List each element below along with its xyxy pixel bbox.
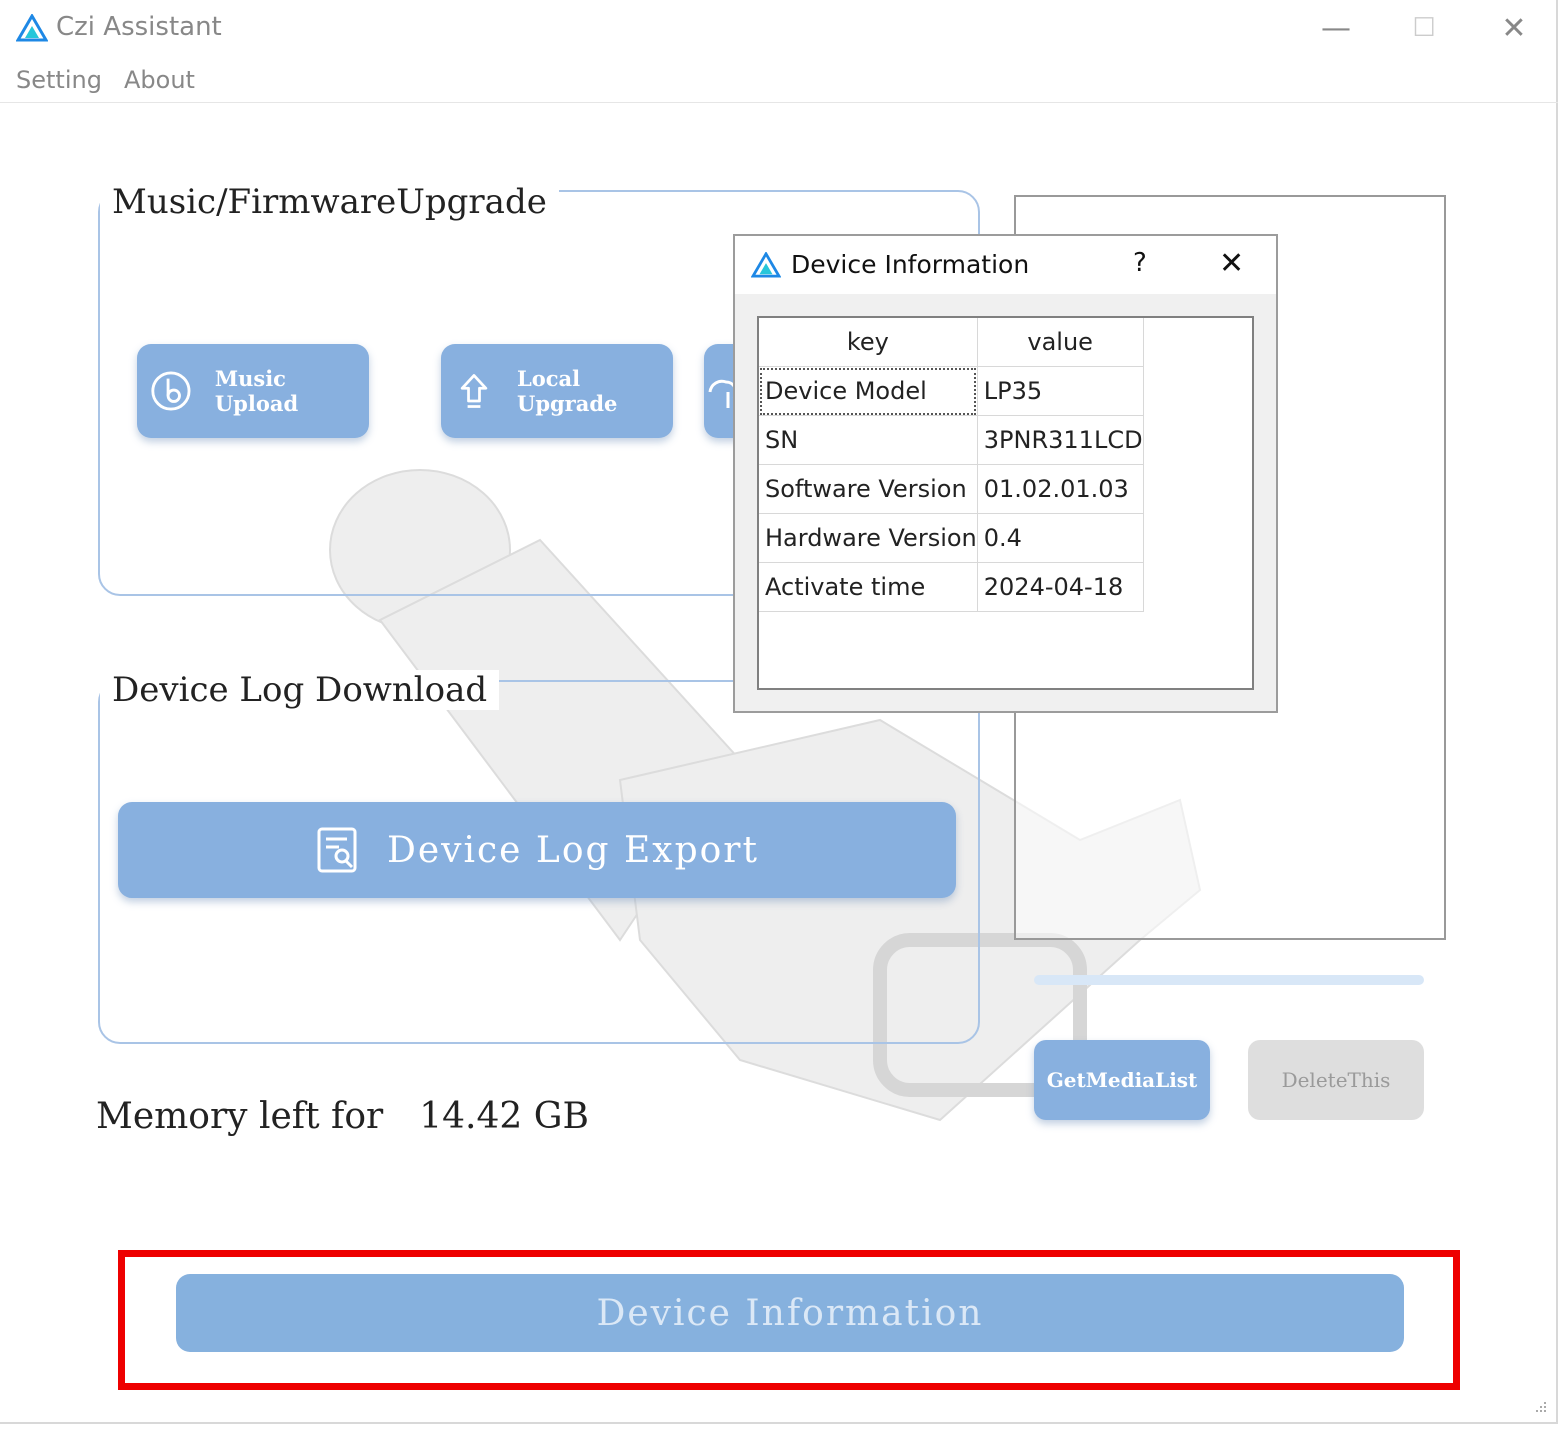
music-upload-button[interactable]: Music Upload xyxy=(137,344,369,438)
music-firmware-title: Music/FirmwareUpgrade xyxy=(100,182,559,222)
local-upgrade-label: Local Upgrade xyxy=(517,366,618,416)
minimize-button[interactable]: — xyxy=(1312,10,1360,46)
app-window: Czi Assistant — ☐ ✕ Setting About Music/… xyxy=(0,0,1558,1424)
document-search-icon xyxy=(317,827,357,873)
table-row[interactable]: Device Model LP35 xyxy=(759,366,1144,416)
table-header-row: key value xyxy=(759,318,1144,367)
device-info-table: key value Device Model LP35 SN 3PNR311LC… xyxy=(757,316,1254,690)
dialog-close-button[interactable]: ✕ xyxy=(1219,246,1244,281)
memory-status: Memory left for 14.42 GB xyxy=(96,1096,589,1137)
menu-setting[interactable]: Setting xyxy=(16,66,102,94)
memory-label: Memory left for xyxy=(96,1096,384,1137)
app-logo-icon xyxy=(751,252,781,278)
table-row[interactable]: SN 3PNR311LCD xyxy=(759,415,1144,465)
table-cell-value[interactable]: 3PNR311LCD xyxy=(977,415,1144,465)
title-bar: Czi Assistant — ☐ ✕ xyxy=(0,0,1558,56)
dialog-title: Device Information xyxy=(791,250,1030,279)
maximize-icon: ☐ xyxy=(1412,13,1436,43)
close-icon: ✕ xyxy=(1501,10,1527,46)
table-cell-key[interactable]: Software Version xyxy=(759,464,978,514)
minimize-icon: — xyxy=(1321,10,1351,46)
table-row[interactable]: Software Version 01.02.01.03 xyxy=(759,464,1144,514)
menu-about[interactable]: About xyxy=(124,66,195,94)
table-cell-value[interactable]: LP35 xyxy=(977,366,1144,416)
dialog-title-bar: Device Information ? ✕ xyxy=(735,236,1276,294)
media-progress-bar xyxy=(1034,975,1424,985)
table-row[interactable]: Hardware Version 0.4 xyxy=(759,513,1144,563)
table-row[interactable]: Activate time 2024-04-18 xyxy=(759,562,1144,612)
column-header-key[interactable]: key xyxy=(759,318,978,367)
music-upload-label: Music Upload xyxy=(214,366,299,416)
menu-bar: Setting About xyxy=(0,60,1558,103)
table-cell-key[interactable]: Hardware Version xyxy=(759,513,978,563)
device-information-dialog: Device Information ? ✕ key value Device … xyxy=(733,234,1278,713)
memory-value: 14.42 GB xyxy=(419,1096,589,1137)
column-header-value[interactable]: value xyxy=(977,318,1144,367)
device-log-export-button[interactable]: Device Log Export xyxy=(118,802,956,898)
highlight-annotation xyxy=(118,1250,1460,1390)
local-upgrade-button[interactable]: Local Upgrade xyxy=(441,344,673,438)
device-log-export-label: Device Log Export xyxy=(387,829,759,871)
maximize-button[interactable]: ☐ xyxy=(1400,10,1448,46)
upload-arrow-icon xyxy=(460,374,488,408)
table-cell-key[interactable]: Activate time xyxy=(759,562,978,612)
close-button[interactable]: ✕ xyxy=(1490,10,1538,46)
help-button[interactable]: ? xyxy=(1133,248,1147,278)
table-cell-key[interactable]: Device Model xyxy=(759,366,978,416)
delete-this-button[interactable]: DeleteThis xyxy=(1248,1040,1424,1120)
table-cell-value[interactable]: 0.4 xyxy=(977,513,1144,563)
table-cell-value[interactable]: 01.02.01.03 xyxy=(977,464,1144,514)
table-cell-value[interactable]: 2024-04-18 xyxy=(977,562,1144,612)
music-upload-icon xyxy=(151,371,191,411)
window-title: Czi Assistant xyxy=(56,12,222,42)
table-cell-key[interactable]: SN xyxy=(759,415,978,465)
app-logo-icon xyxy=(16,14,48,42)
device-log-title: Device Log Download xyxy=(100,670,500,710)
get-media-list-button[interactable]: GetMediaList xyxy=(1034,1040,1210,1120)
resize-grip-icon[interactable] xyxy=(1532,1398,1548,1414)
